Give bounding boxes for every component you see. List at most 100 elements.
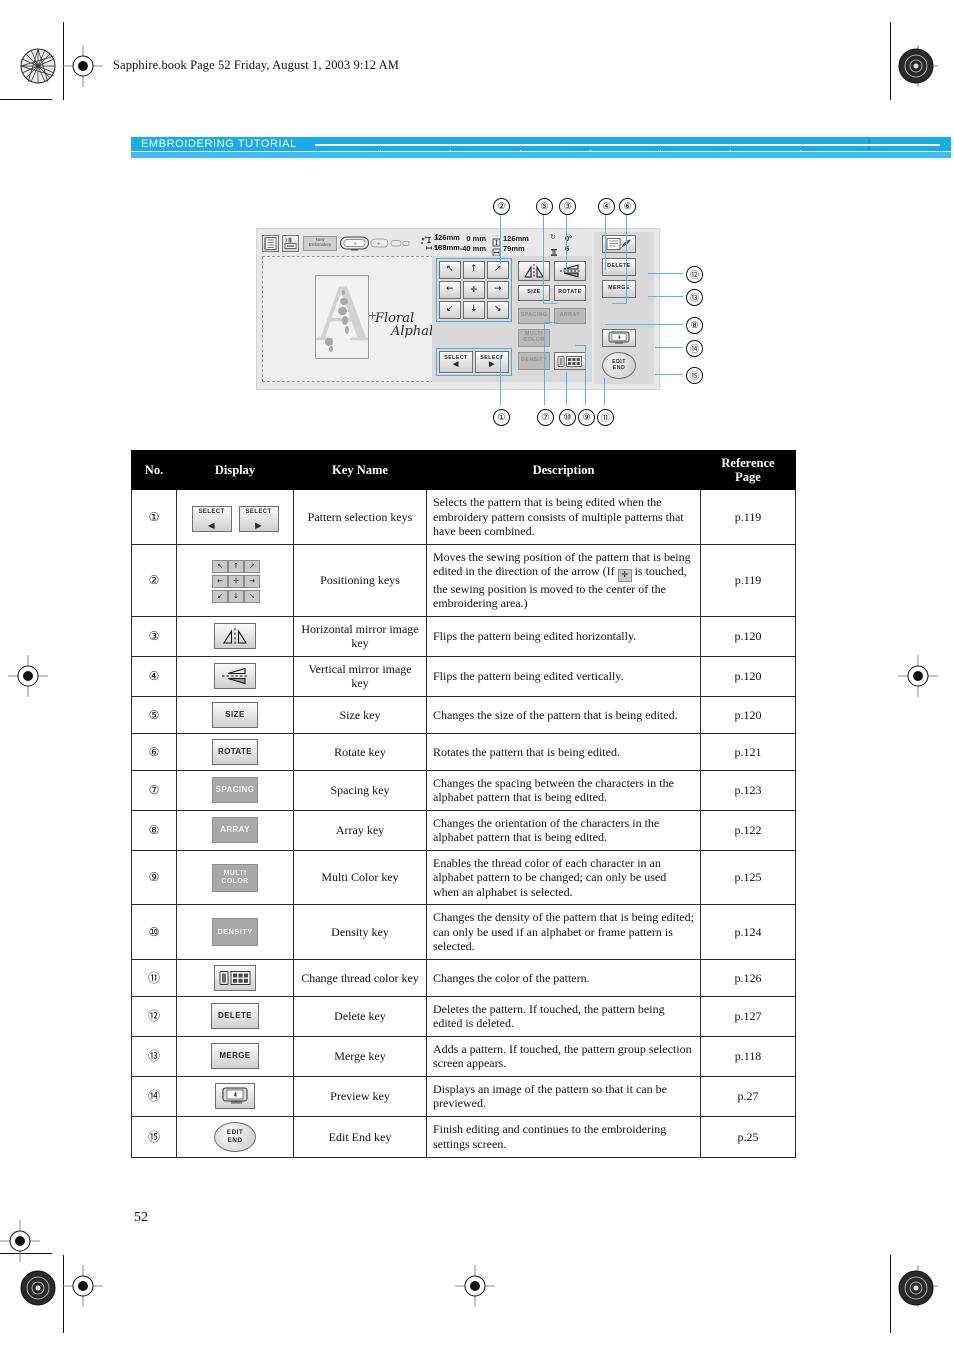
crosshair-mark-left-middle	[8, 655, 48, 697]
section-title: EMBROIDERING TUTORIAL	[141, 138, 297, 150]
edit-end-key-thumb: EDIT END	[214, 1121, 256, 1152]
pad-up-right-icon: ↗	[244, 560, 260, 573]
row-no: ⑤	[131, 695, 177, 734]
hoop-selection-icon[interactable]: + +	[340, 235, 418, 252]
lead-6a	[626, 212, 627, 304]
row-display: SELECT ◀ SELECT ▶	[176, 489, 294, 545]
starburst-mark-top-left	[20, 48, 56, 84]
row-reference: p.118	[700, 1035, 796, 1077]
banner-tick-1	[380, 150, 381, 152]
row-display: DELETE	[176, 995, 294, 1037]
row-no: ⑫	[131, 995, 177, 1037]
lead-5b	[543, 303, 557, 304]
row-display: SPACING	[176, 769, 294, 811]
horizontal-mirror-key-thumb	[214, 623, 256, 650]
position-right-key[interactable]: →	[487, 281, 509, 299]
vertical-mirror-key-thumb	[214, 663, 256, 690]
row-key-name: Multi Color key	[293, 849, 427, 906]
lead-7b	[544, 322, 558, 323]
row-no: ⑩	[131, 904, 177, 960]
position-up-key[interactable]: ↑	[463, 261, 485, 279]
table-row: ⑥ ROTATE Rotate key Rotates the pattern …	[131, 732, 796, 771]
position-up-left-key[interactable]: ↖	[439, 261, 461, 279]
callout-4: ④	[598, 198, 615, 215]
position-down-left-key[interactable]: ↙	[439, 301, 461, 319]
svg-text:+: +	[353, 242, 357, 248]
change-thread-color-key[interactable]	[554, 352, 586, 370]
row-description: Deletes the pattern. If touched, the pat…	[426, 995, 701, 1037]
row-key-name: Horizontal mirror image key	[293, 615, 427, 657]
density-key-thumb: DENSITY	[212, 918, 258, 946]
table-row: ④ Vertical mirror image key Flips the pa…	[131, 655, 796, 697]
select-next-key[interactable]: SELECT ▶	[475, 351, 509, 373]
table-header-row: No. Display Key Name Description Referen…	[131, 450, 796, 490]
table-row: ⑮ EDIT END Edit End key Finish editing a…	[131, 1115, 796, 1158]
row-description: Moves the sewing position of the pattern…	[426, 543, 701, 617]
help-print-icon[interactable]: ?	[282, 235, 299, 252]
vertical-position-value: 0 mm	[466, 234, 486, 243]
density-key[interactable]: DENSITY	[518, 352, 550, 370]
merge-key[interactable]: MERGE	[602, 280, 636, 298]
preview-key-thumb	[215, 1083, 255, 1110]
select-next-arrow: ▶	[489, 361, 495, 368]
array-key-thumb: ARRAY	[212, 817, 258, 844]
row-no: ⑪	[131, 958, 177, 997]
callout-11: ⑪	[597, 409, 614, 426]
settings-list-icon[interactable]	[262, 235, 279, 252]
new-embroidery-label-line2: Embroidery	[308, 242, 332, 247]
pad-left-icon: ←	[212, 575, 228, 588]
preview-key[interactable]	[602, 329, 636, 347]
floral-dot-7	[329, 346, 333, 352]
multi-color-key[interactable]: MULTI COLOR	[518, 329, 550, 347]
row-key-name: Density key	[293, 904, 427, 960]
position-up-right-key[interactable]: ↗	[487, 261, 509, 279]
row-reference: p.120	[700, 695, 796, 734]
rotate-key[interactable]: ROTATE	[554, 285, 586, 301]
edit-end-label-line2: END	[612, 364, 626, 371]
position-center-key[interactable]: ✛	[463, 281, 485, 299]
banner-tick-5	[660, 150, 661, 152]
table-row: ⑭ Preview key Displays an image of the p…	[131, 1075, 796, 1117]
floral-dot-1	[342, 290, 345, 295]
rotate-key-thumb: ROTATE	[212, 738, 258, 765]
center-key-inline-icon: ✛	[617, 568, 632, 582]
multi-color-thumb-line2: COLOR	[221, 877, 249, 885]
starburst-mark-bottom-left	[20, 1270, 56, 1306]
row-reference: p.126	[700, 958, 796, 997]
array-key[interactable]: ARRAY	[554, 308, 586, 324]
row-display	[176, 958, 294, 997]
table-row: ⑫ DELETE Delete key Deletes the pattern.…	[131, 995, 796, 1037]
crop-line-left-top-h	[0, 99, 52, 100]
pad-down-left-icon: ↙	[212, 590, 228, 603]
header-display: Display	[176, 450, 294, 490]
header-ref-line2: Page	[735, 470, 761, 484]
edit-end-thumb-line2: END	[227, 1136, 243, 1144]
pad-down-right-icon: ↘	[244, 590, 260, 603]
row-display: ROTATE	[176, 732, 294, 771]
lead-12	[648, 273, 683, 274]
header-ref-line1: Reference	[721, 456, 775, 470]
select-prev-key[interactable]: SELECT ◀	[439, 351, 473, 373]
size-key[interactable]: SIZE	[518, 285, 550, 301]
crosshair-mark-top-left	[63, 45, 103, 87]
pattern-info-strip: ↕ 0 mm ↔ -40 mm 126mm 79mm ↻ 0° 6	[432, 232, 592, 257]
row-key-name: Rotate key	[293, 732, 427, 771]
positioning-pad-thumb: ↖ ↑ ↗ ← ✛ → ↙ ↓ ↘	[212, 560, 260, 603]
row-description: Flips the pattern being edited verticall…	[426, 655, 701, 697]
horizontal-mirror-key[interactable]	[518, 261, 550, 281]
position-down-right-key[interactable]: ↘	[487, 301, 509, 319]
vertical-mirror-icon	[222, 668, 248, 685]
lead-13	[648, 296, 683, 297]
guide-help-key[interactable]	[602, 235, 636, 253]
row-no: ⑮	[131, 1115, 177, 1158]
position-left-key[interactable]: ←	[439, 281, 461, 299]
svg-text:+: +	[377, 241, 381, 247]
pad-up-left-icon: ↖	[212, 560, 228, 573]
crop-line-right-top-v	[890, 22, 891, 100]
banner-tick-4	[590, 150, 591, 152]
row-display: MERGE	[176, 1035, 294, 1077]
delete-key[interactable]: DELETE	[602, 258, 636, 276]
position-down-key[interactable]: ↓	[463, 301, 485, 319]
vertical-mirror-key[interactable]	[554, 261, 586, 281]
edit-end-key[interactable]: EDIT END	[602, 352, 636, 379]
